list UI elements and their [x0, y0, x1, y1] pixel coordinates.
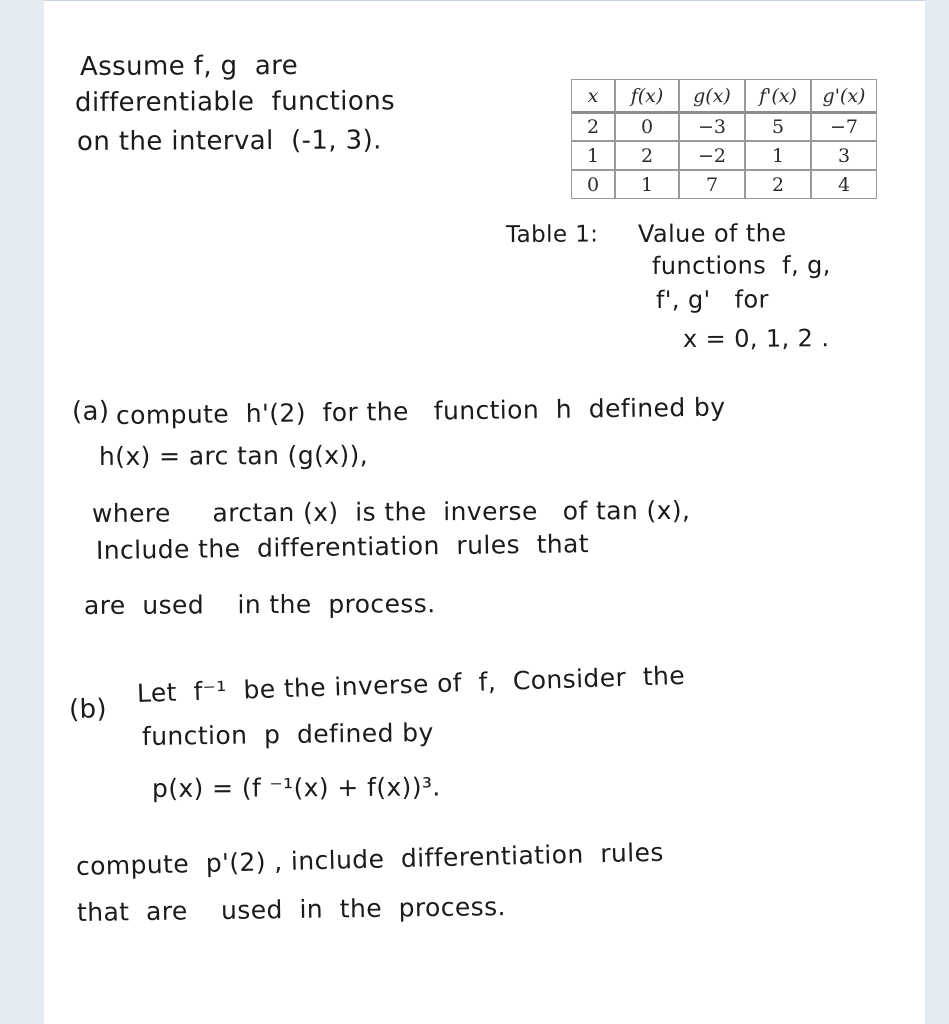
part-b-marker: (b) — [68, 694, 108, 725]
table-caption-line-1: Value of the — [637, 219, 787, 248]
preamble-line-3: on the interval (-1, 3). — [76, 125, 382, 157]
table-header-row: x f(x) g(x) f'(x) g'(x) — [571, 79, 877, 112]
table-cell: 1 — [571, 141, 615, 170]
table-cell: −7 — [811, 112, 877, 141]
part-a-marker: (a) — [71, 396, 110, 427]
part-b-line-2: function p defined by — [141, 717, 434, 751]
page-root: Assume f, g are differentiable functions… — [0, 0, 949, 1024]
table-row: 1 2 −2 1 3 — [571, 141, 877, 170]
part-a-line-4: Include the differentiation rules that — [95, 529, 590, 565]
table-cell: 7 — [679, 170, 745, 199]
table-cell: 0 — [615, 112, 679, 141]
table-cell: 5 — [745, 112, 811, 141]
table-caption-label: Table 1: — [505, 221, 599, 248]
table-header-gx: g(x) — [679, 79, 745, 112]
table-cell: 0 — [571, 170, 615, 199]
table-cell: −3 — [679, 112, 745, 141]
table-cell: 3 — [811, 141, 877, 170]
table-cell: 2 — [615, 141, 679, 170]
table-header-fx: f(x) — [615, 79, 679, 112]
table-caption-line-4: x = 0, 1, 2 . — [682, 324, 830, 353]
values-table: x f(x) g(x) f'(x) g'(x) 2 0 −3 5 −7 1 2 … — [571, 79, 877, 199]
table-cell: 4 — [811, 170, 877, 199]
table-cell: 2 — [571, 112, 615, 141]
table-header-fprime: f'(x) — [745, 79, 811, 112]
table-header-gprime: g'(x) — [811, 79, 877, 112]
table-caption-line-3: f', g' for — [655, 285, 769, 314]
part-b-formula: p(x) = (f ⁻¹(x) + f(x))³. — [151, 772, 441, 803]
table-cell: 1 — [615, 170, 679, 199]
scanned-sheet: Assume f, g are differentiable functions… — [44, 0, 925, 1024]
preamble-line-1: Assume f, g are — [79, 50, 299, 82]
part-a-line-2: h(x) = arc tan (g(x)), — [98, 440, 369, 471]
table-cell: 2 — [745, 170, 811, 199]
part-b-line-1: Let f⁻¹ be the inverse of f, Consider th… — [136, 660, 686, 708]
table-row: 2 0 −3 5 −7 — [571, 112, 877, 141]
part-a-line-1: compute h'(2) for the function h defined… — [115, 392, 726, 430]
table-header-x: x — [571, 79, 615, 112]
table-caption-line-2: functions f, g, — [651, 251, 831, 280]
preamble-line-2: differentiable functions — [74, 86, 396, 118]
part-b-line-5: that are used in the process. — [76, 892, 507, 927]
part-a-line-3: where arctan (x) is the inverse of tan (… — [91, 495, 691, 528]
table-cell: 1 — [745, 141, 811, 170]
table-cell: −2 — [679, 141, 745, 170]
part-a-line-5: are used in the process. — [83, 589, 436, 620]
part-b-line-4: compute p'(2) , include differentiation … — [75, 837, 665, 881]
table-row: 0 1 7 2 4 — [571, 170, 877, 199]
